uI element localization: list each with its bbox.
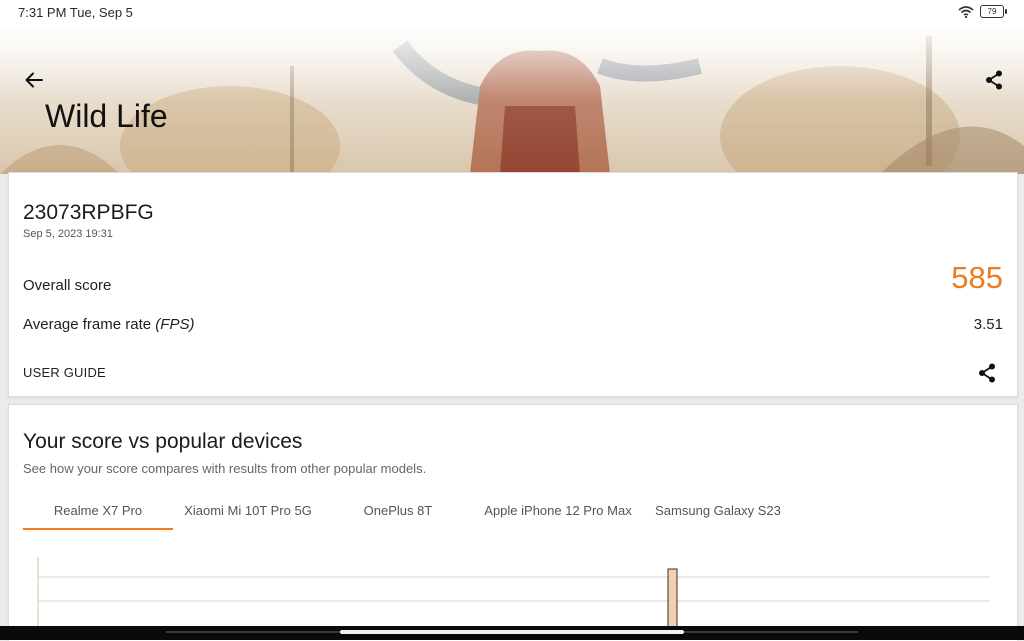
overall-score-value: 585 <box>951 260 1003 295</box>
result-card: 23073RPBFG Sep 5, 2023 19:31 Overall sco… <box>8 172 1018 397</box>
device-name: 23073RPBFG <box>23 201 154 224</box>
share-result-button[interactable] <box>973 359 1001 387</box>
tab-realme-x7-pro[interactable]: Realme X7 Pro <box>23 503 173 530</box>
status-bar: 7:31 PM Tue, Sep 5 79 <box>0 0 1024 26</box>
tab-apple-iphone-12-pro-max[interactable]: Apple iPhone 12 Pro Max <box>473 503 643 530</box>
hero-banner: Wild Life <box>0 26 1024 174</box>
user-guide-button[interactable]: USER GUIDE <box>23 365 106 380</box>
wifi-icon <box>958 5 974 18</box>
status-icons: 79 <box>958 5 1007 18</box>
battery-icon: 79 <box>980 5 1007 18</box>
back-button[interactable] <box>20 66 48 94</box>
tab-xiaomi-mi-10t-pro-5g[interactable]: Xiaomi Mi 10T Pro 5G <box>173 503 323 530</box>
fps-value: 3.51 <box>973 316 1003 333</box>
fps-unit: (FPS) <box>155 316 195 333</box>
page-title: Wild Life <box>45 98 168 134</box>
tab-samsung-galaxy-s23[interactable]: Samsung Galaxy S23 <box>643 503 793 530</box>
comparison-card: Your score vs popular devices See how yo… <box>8 404 1018 641</box>
comparison-subtitle: See how your score compares with results… <box>23 461 427 476</box>
share-button-header[interactable] <box>980 66 1008 94</box>
status-time: 7:31 PM Tue, Sep 5 <box>18 5 133 20</box>
score-distribution-chart <box>37 557 989 635</box>
device-tabs: Realme X7 Pro Xiaomi Mi 10T Pro 5G OnePl… <box>23 503 793 530</box>
share-icon <box>979 363 995 383</box>
fps-label: Average frame rate (FPS) <box>23 316 194 333</box>
arrow-left-icon <box>25 72 43 88</box>
comparison-title: Your score vs popular devices <box>23 430 303 453</box>
fps-label-text: Average frame rate <box>23 316 156 333</box>
tab-oneplus-8t[interactable]: OnePlus 8T <box>323 503 473 530</box>
share-icon <box>986 70 1002 90</box>
home-gesture-handle[interactable] <box>340 630 684 634</box>
nav-track-right <box>684 631 858 633</box>
nav-track-left <box>166 631 340 633</box>
navigation-bar <box>0 626 1024 640</box>
test-datetime: Sep 5, 2023 19:31 <box>23 228 113 240</box>
overall-score-label: Overall score <box>23 277 112 294</box>
